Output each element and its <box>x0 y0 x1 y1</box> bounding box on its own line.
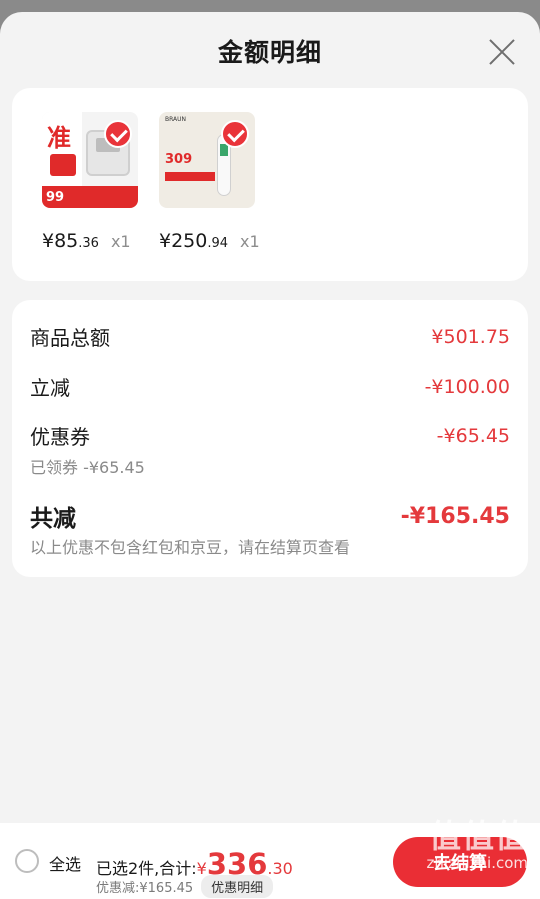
product-price: ¥85.36 x1 <box>42 230 131 252</box>
select-all-label[interactable]: 全选 <box>49 851 81 875</box>
subtotal-label: 商品总额 <box>30 326 110 350</box>
thumbnail-text: 309 <box>165 152 193 167</box>
total-discount-row: 共减 -¥165.45 <box>30 499 510 533</box>
subtotal-value: ¥501.75 <box>431 325 510 348</box>
checkmark-icon <box>221 120 249 148</box>
product-item[interactable]: 准 99 ¥85.36 x1 <box>42 112 142 252</box>
sheet-header: 金额明细 <box>0 12 540 90</box>
product-quantity: x1 <box>110 232 131 251</box>
checkmark-icon <box>104 120 132 148</box>
close-icon[interactable] <box>488 38 516 66</box>
coupon-subtext: 已领券 -¥65.45 <box>30 458 145 477</box>
coupon-row: 优惠券 -¥65.45 <box>30 421 510 450</box>
product-item[interactable]: BRAUN 309 ¥250.94 x1 <box>159 112 260 252</box>
product-list-card: 准 99 ¥85.36 x1 BRAUN 309 ¥250.94 x1 <box>12 88 528 281</box>
page-title: 金额明细 <box>217 38 322 67</box>
discount-note: 以上优惠不包含红包和京豆，请在结算页查看 <box>30 538 351 557</box>
thumbnail-badge: 99 <box>46 190 65 205</box>
instant-discount-label: 立减 <box>30 376 70 400</box>
discount-summary: 优惠减:¥165.45 优惠明细 <box>96 875 274 898</box>
summary-card: 商品总额 ¥501.75 立减 -¥100.00 优惠券 -¥65.45 已领券… <box>12 300 528 577</box>
thumbnail-text: 准 <box>47 124 71 152</box>
select-all-checkbox[interactable] <box>15 849 39 873</box>
checkout-bar: 全选 已选2件,合计:¥336.30 优惠减:¥165.45 优惠明细 去结算 <box>0 823 540 899</box>
instant-discount-value: -¥100.00 <box>424 375 510 398</box>
instant-discount-row: 立减 -¥100.00 <box>30 372 510 401</box>
total-discount-label: 共减 <box>30 506 76 532</box>
product-price: ¥250.94 x1 <box>159 230 260 252</box>
amount-detail-sheet: 金额明细 准 99 ¥85.36 x1 BRAUN 309 ¥250.94 x1… <box>0 12 540 899</box>
product-quantity: x1 <box>240 232 260 251</box>
product-thumbnail[interactable]: 准 99 <box>42 112 138 208</box>
subtotal-row: 商品总额 ¥501.75 <box>30 322 510 351</box>
coupon-label: 优惠券 <box>30 425 90 449</box>
total-discount-value: -¥165.45 <box>400 503 510 529</box>
coupon-value: -¥65.45 <box>436 424 510 447</box>
product-thumbnail[interactable]: BRAUN 309 <box>159 112 255 208</box>
discount-detail-button[interactable]: 优惠明细 <box>201 875 274 898</box>
checkout-button[interactable]: 去结算 <box>393 837 527 887</box>
thumbnail-brand: BRAUN <box>165 116 187 123</box>
